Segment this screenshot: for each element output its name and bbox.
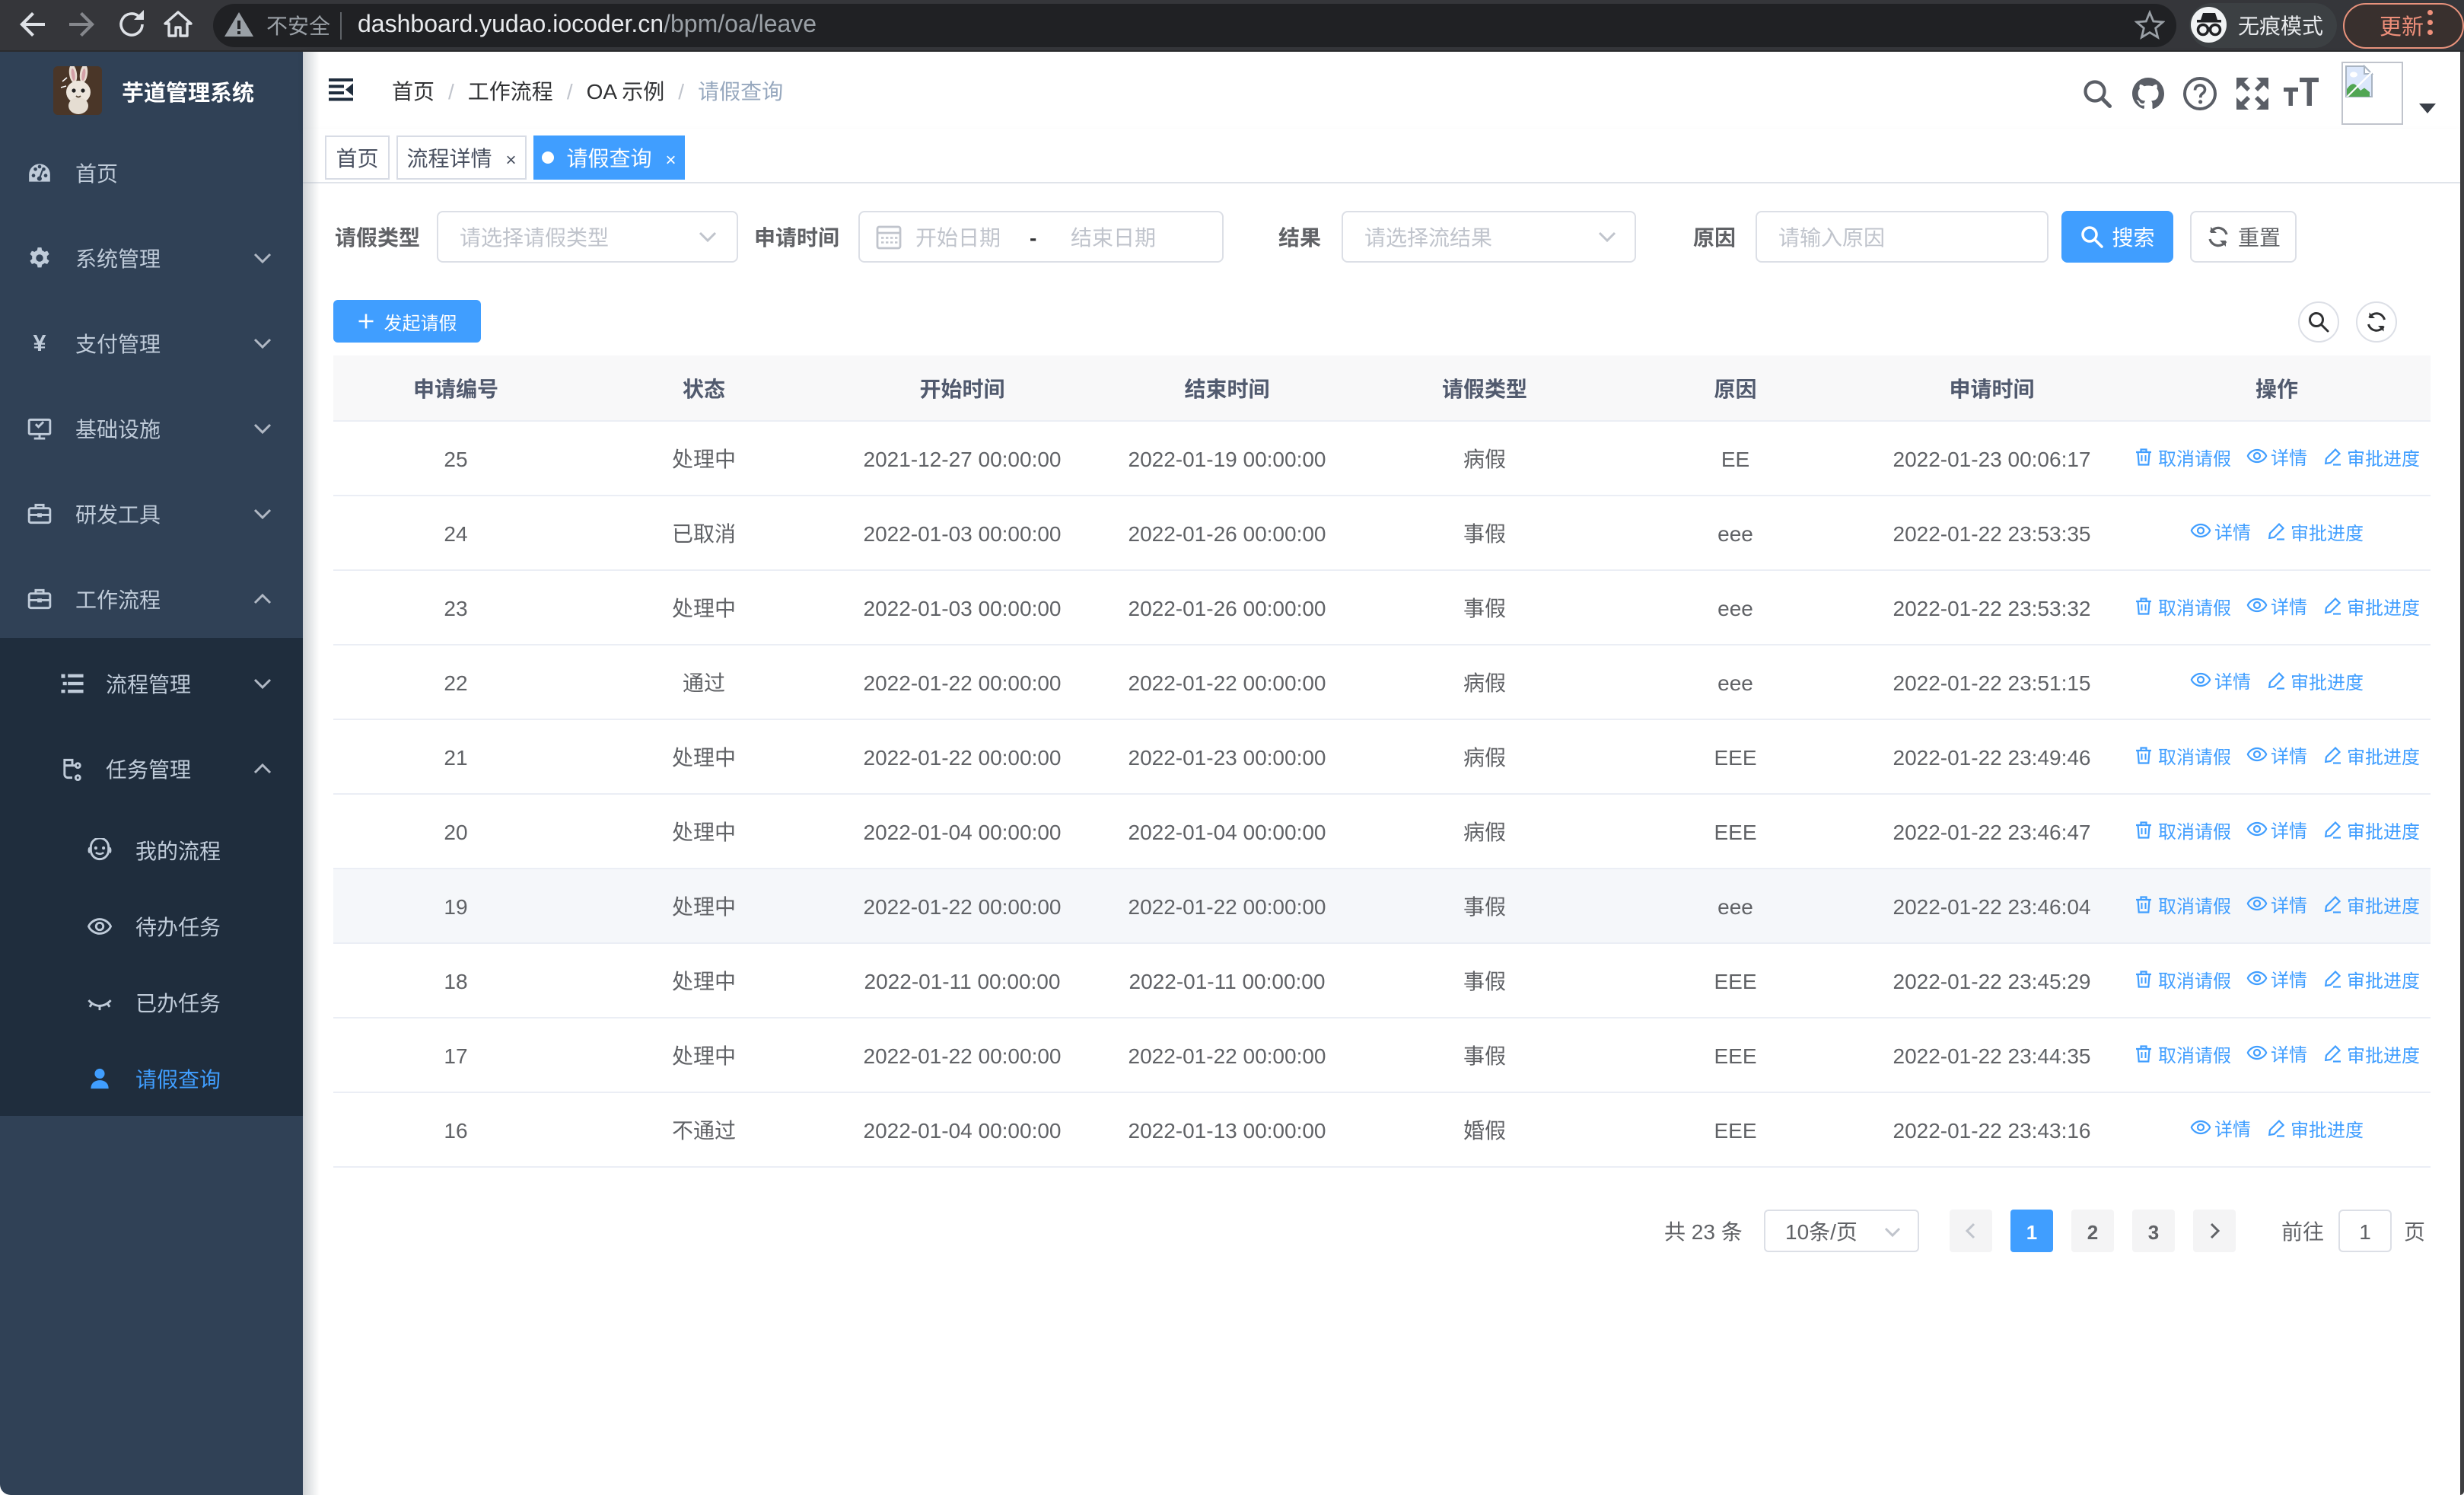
svg-text:¥: ¥	[33, 331, 46, 355]
